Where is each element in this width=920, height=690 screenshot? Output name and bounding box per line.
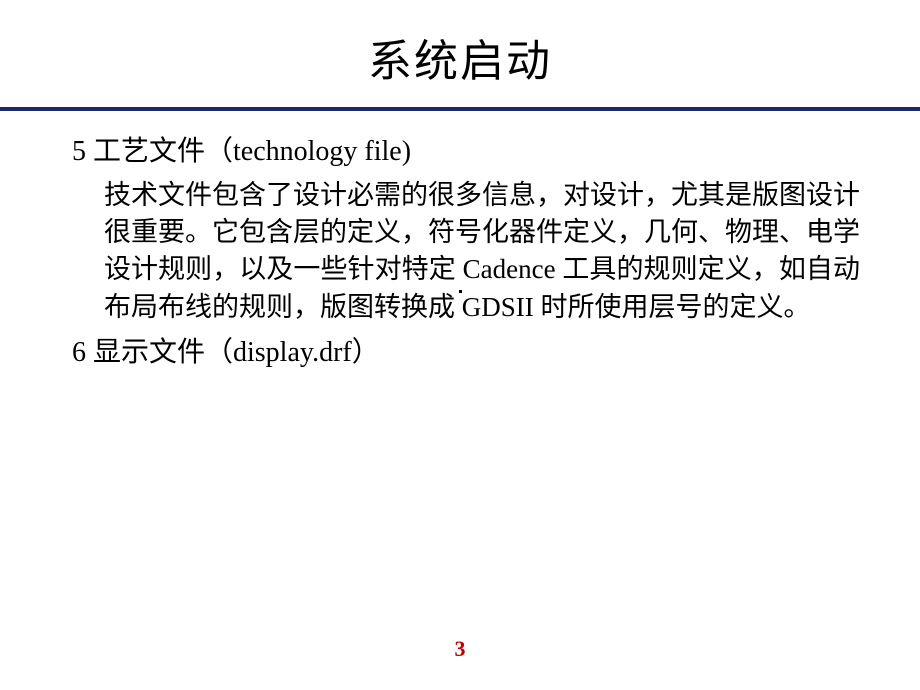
section-5-body: 技术文件包含了设计必需的很多信息，对设计，尤其是版图设计很重要。它包含层的定义，…: [72, 177, 860, 326]
slide-container: 系统启动 5 工艺文件（technology file) 技术文件包含了设计必需…: [0, 0, 920, 690]
slide-content: 5 工艺文件（technology file) 技术文件包含了设计必需的很多信息…: [0, 111, 920, 372]
section-6-heading: 6 显示文件（display.drf）: [72, 334, 860, 372]
page-number: 3: [0, 636, 920, 662]
section-5-heading: 5 工艺文件（technology file): [72, 133, 860, 171]
center-marker: [459, 290, 462, 293]
slide-title: 系统启动: [0, 25, 920, 89]
